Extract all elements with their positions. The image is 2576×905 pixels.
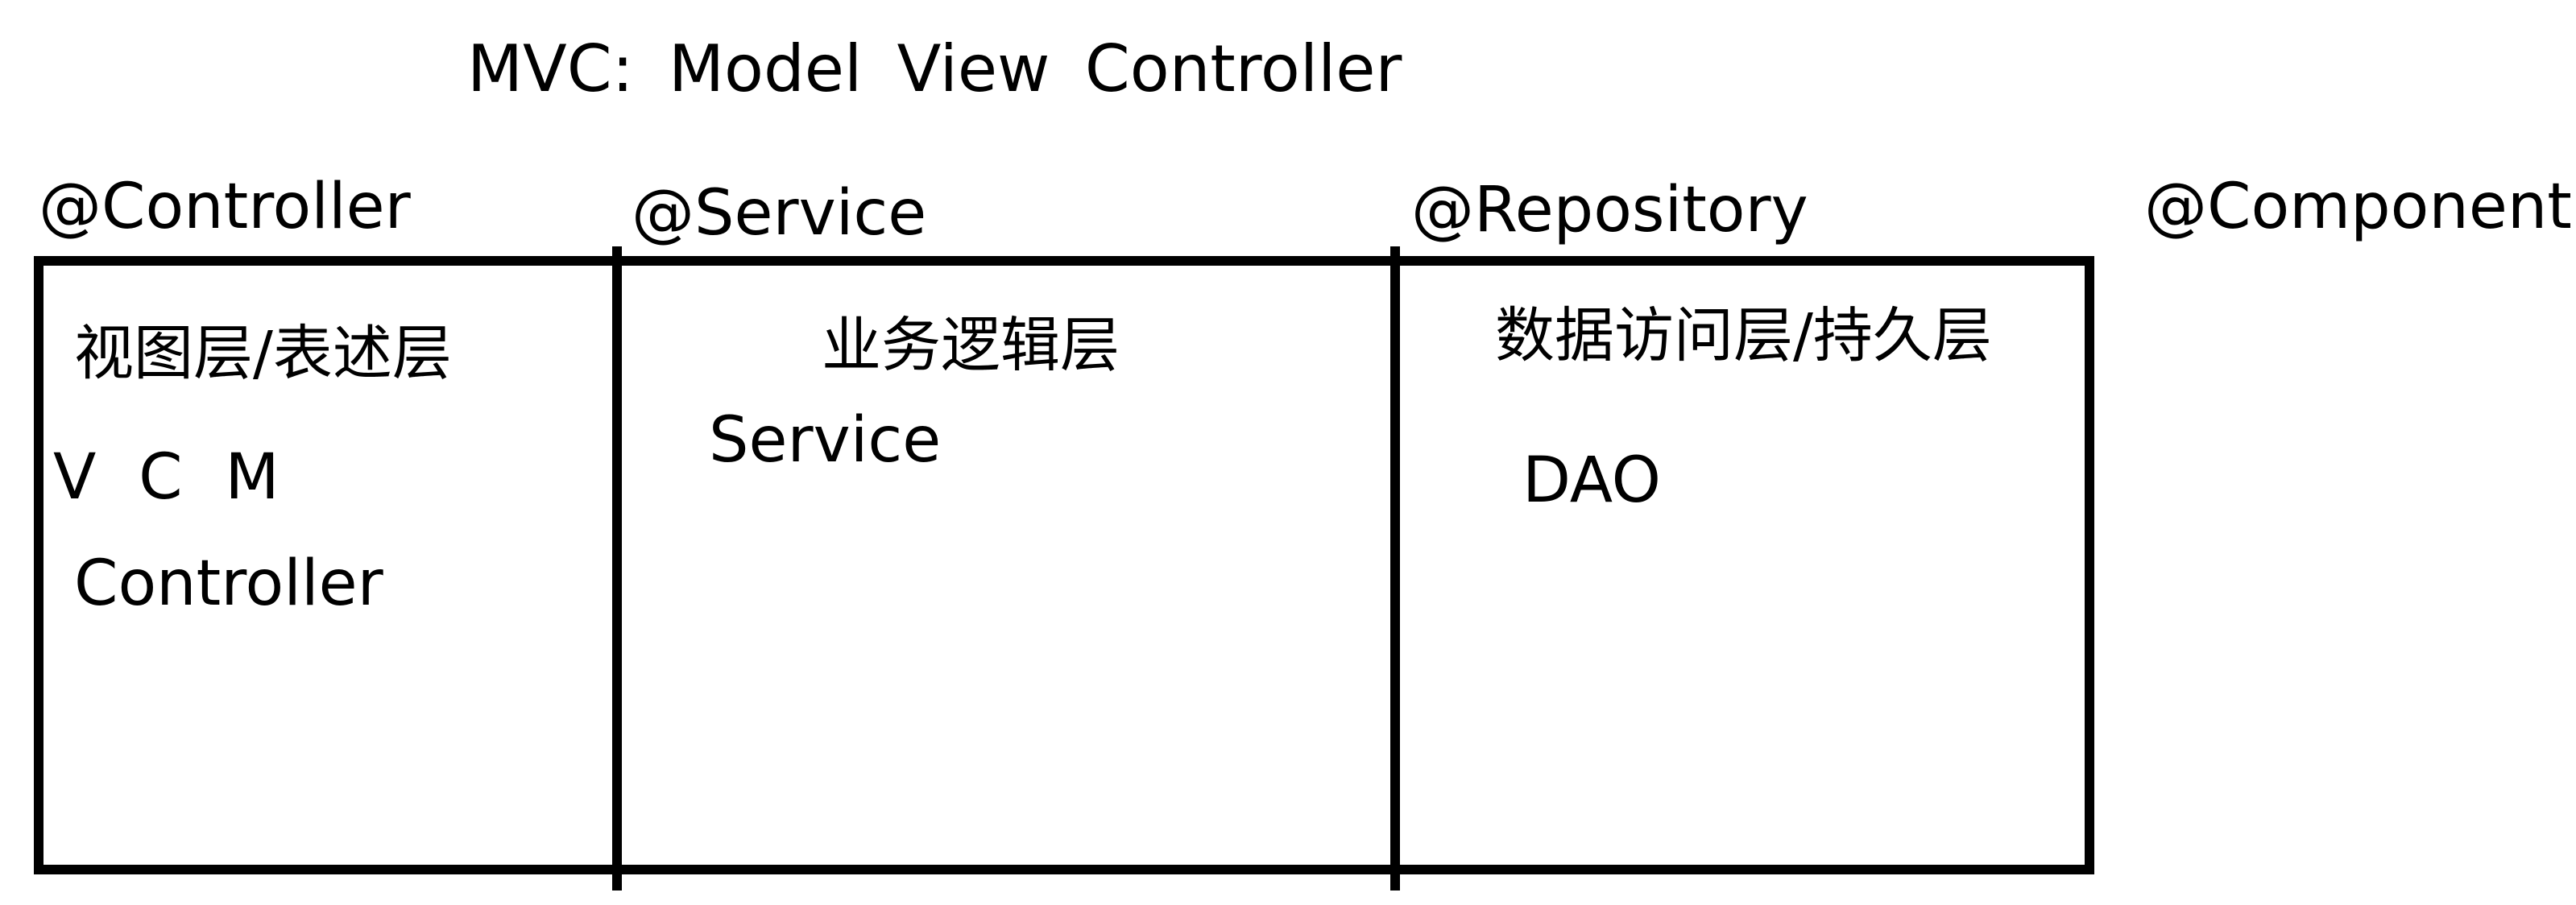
view-layer-item: Controller (74, 548, 383, 620)
annotation-component: @Component (2144, 171, 2572, 243)
view-layer-letters: V C M (53, 441, 280, 514)
business-layer-item: Service (709, 404, 942, 477)
divider-business-data (1390, 246, 1400, 891)
data-layer-item: DAO (1522, 444, 1662, 517)
annotation-controller: @Controller (39, 171, 411, 243)
diagram-title: MVC: Model View Controller (467, 31, 1402, 106)
view-layer-label: 视图层/表述层 (74, 319, 452, 388)
data-layer-label: 数据访问层/持久层 (1495, 301, 1992, 370)
divider-view-business (612, 246, 622, 891)
business-layer-label: 业务逻辑层 (822, 311, 1120, 380)
annotation-service: @Service (632, 177, 927, 250)
annotation-repository: @Repository (1411, 174, 1808, 246)
